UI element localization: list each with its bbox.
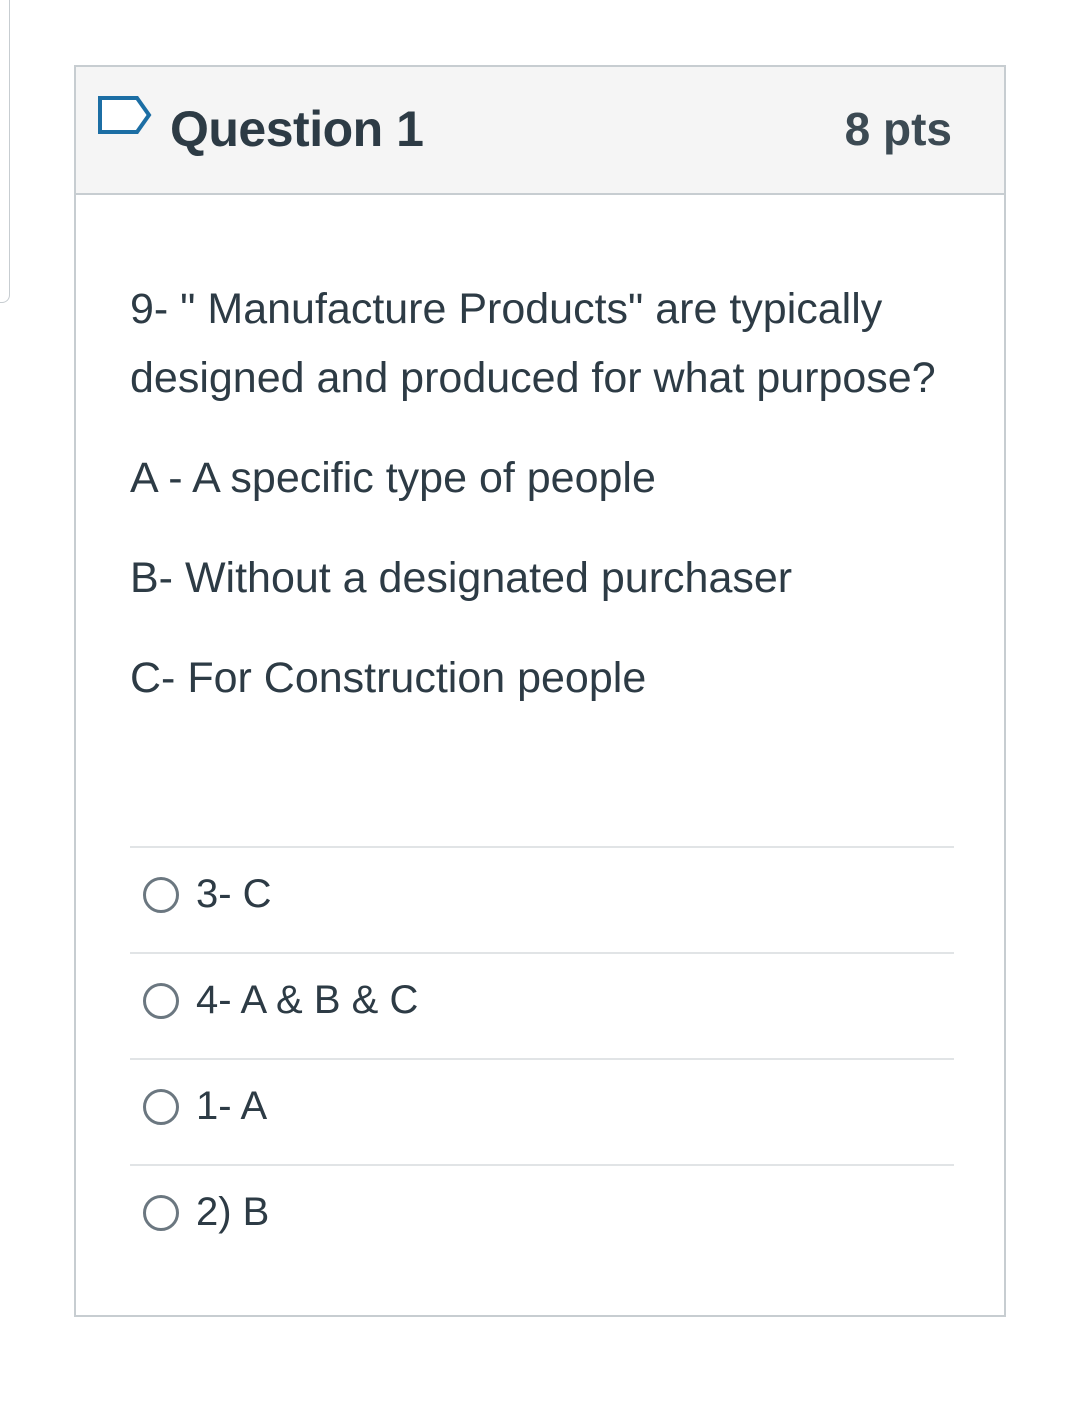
answer-label[interactable]: 4- A & B & C <box>196 974 418 1026</box>
answer-option[interactable]: 3- C <box>130 846 954 952</box>
radio-button-icon[interactable] <box>143 983 179 1019</box>
radio-button-icon[interactable] <box>143 1089 179 1125</box>
answer-option[interactable]: 4- A & B & C <box>130 952 954 1058</box>
answer-label[interactable]: 2) B <box>196 1186 269 1238</box>
flag-question-icon[interactable] <box>97 95 153 135</box>
question-card: Question 1 8 pts 9- " Manufacture Produc… <box>74 65 1006 1317</box>
question-header: Question 1 8 pts <box>76 67 1004 195</box>
answer-list: 3- C 4- A & B & C 1- A 2) B <box>130 846 954 1270</box>
radio-button-icon[interactable] <box>143 1195 179 1231</box>
question-text: 9- " Manufacture Products" are typically… <box>130 275 956 713</box>
answer-label[interactable]: 1- A <box>196 1080 267 1132</box>
answer-option[interactable]: 1- A <box>130 1058 954 1164</box>
question-title: Question 1 <box>170 101 424 157</box>
answer-option[interactable]: 2) B <box>130 1164 954 1270</box>
statement-a: A - A specific type of people <box>130 454 656 502</box>
statement-b: B- Without a designated purchaser <box>130 554 793 602</box>
question-points: 8 pts <box>844 103 952 155</box>
answer-label[interactable]: 3- C <box>196 868 272 920</box>
side-panel-edge <box>0 0 10 303</box>
statement-c: C- For Construction people <box>130 654 647 702</box>
question-prompt: 9- " Manufacture Products" are typically… <box>130 285 936 402</box>
radio-button-icon[interactable] <box>143 877 179 913</box>
